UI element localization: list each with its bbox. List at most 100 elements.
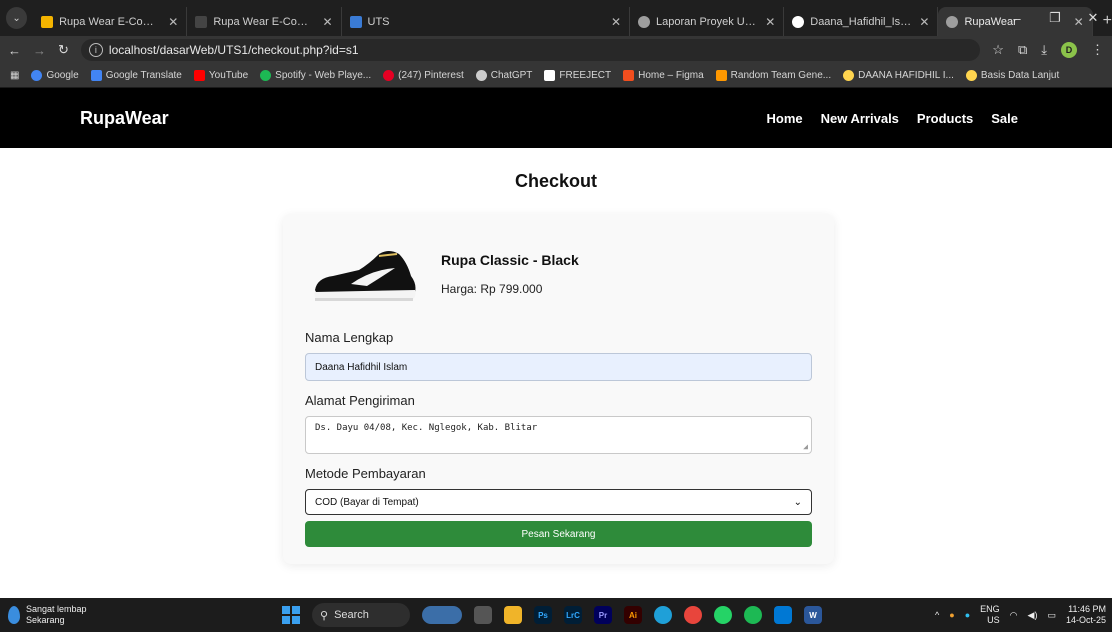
spotify-icon[interactable] [744, 606, 762, 624]
tray-app-icon[interactable]: ● [965, 610, 970, 620]
bookmark-item[interactable]: Google Translate [90, 70, 182, 81]
chevron-up-icon[interactable]: ^ [935, 610, 939, 620]
checkout-card: Rupa Classic - Black Harga: Rp 799.000 N… [283, 214, 834, 564]
menu-icon[interactable]: ⋮ [1091, 42, 1104, 58]
nav-sale[interactable]: Sale [991, 111, 1018, 126]
page-title: Checkout [514, 171, 597, 191]
bookmark-item[interactable]: Home – Figma [623, 70, 704, 81]
weather-widget[interactable]: Sangat lembap Sekarang [8, 604, 87, 626]
extensions-icon[interactable]: ⧉ [1018, 42, 1027, 58]
address-value: Ds. Dayu 04/08, Kec. Nglegok, Kab. Blita… [315, 423, 538, 433]
bookmark-item[interactable]: Spotify - Web Playe... [260, 70, 371, 81]
file-explorer-icon[interactable] [504, 606, 522, 624]
language-indicator[interactable]: ENG US [980, 604, 1000, 627]
github-icon [792, 15, 805, 28]
profile-avatar[interactable]: D [1061, 42, 1077, 58]
random-team-icon [715, 70, 727, 81]
address-label: Alamat Pengiriman [305, 393, 415, 408]
forward-icon[interactable]: → [33, 43, 46, 58]
product-summary: Rupa Classic - Black Harga: Rp 799.000 [305, 234, 812, 314]
lightroom-icon[interactable]: LrC [564, 606, 582, 624]
profile-bookmark-icon [843, 70, 855, 81]
full-name-value: Daana Hafidhil Islam [315, 361, 408, 373]
nav-links: Home New Arrivals Products Sale [767, 111, 1019, 126]
translate-icon [90, 70, 102, 81]
close-tab-icon[interactable]: ✕ [322, 15, 332, 29]
start-icon[interactable] [282, 606, 300, 624]
close-window-icon[interactable]: ✕ [1074, 10, 1112, 26]
edge-icon[interactable] [654, 606, 672, 624]
reload-icon[interactable]: ↻ [58, 42, 69, 58]
battery-icon[interactable]: ▭ [1047, 610, 1056, 621]
full-name-input[interactable]: Daana Hafidhil Islam [305, 353, 812, 381]
product-price: Harga: Rp 799.000 [441, 282, 543, 296]
clock[interactable]: 11:46 PM 14-Oct-25 [1066, 604, 1106, 627]
product-image [314, 251, 416, 301]
search-icon: ⚲ [320, 609, 329, 622]
bookmark-item[interactable]: FREEJECT [544, 70, 611, 81]
chatgpt-icon [475, 70, 487, 81]
nav-products[interactable]: Products [917, 111, 973, 126]
tray-app-icon[interactable]: ● [949, 610, 954, 620]
chrome-icon[interactable] [684, 606, 702, 624]
whatsapp-icon[interactable] [714, 606, 732, 624]
brand-logo[interactable]: RupaWear [80, 108, 169, 129]
apps-grid-icon[interactable]: ▦ [10, 70, 19, 81]
tab-favicon-icon [349, 15, 362, 28]
payment-method-select[interactable]: COD (Bayar di Tempat) ⌄ [305, 489, 812, 515]
bookmark-item[interactable]: (247) Pinterest [383, 70, 464, 81]
chevron-down-icon: ⌄ [793, 496, 802, 508]
minimize-icon[interactable]: – [998, 11, 1036, 26]
address-textarea[interactable]: Ds. Dayu 04/08, Kec. Nglegok, Kab. Blita… [305, 416, 812, 454]
taskbar-apps: ⚲ Search Ps LrC Pr Ai W [282, 603, 822, 627]
widgets-icon[interactable] [422, 606, 462, 624]
tab-favicon-icon [638, 15, 651, 28]
wifi-icon[interactable]: ◠ [1010, 610, 1018, 621]
taskbar-search[interactable]: ⚲ Search [312, 603, 410, 627]
site-info-icon[interactable]: i [88, 43, 103, 57]
browser-tab[interactable]: Rupa Wear E-Commerce✕ [187, 7, 342, 36]
browser-tab[interactable]: Daana_Hafidhil_Islam_DESI✕ [784, 7, 939, 36]
bookmark-item[interactable]: YouTube [193, 70, 248, 81]
back-icon[interactable]: ← [8, 43, 21, 58]
bookmark-item[interactable]: Basis Data Lanjut [965, 70, 1059, 81]
restore-icon[interactable]: ❐ [1036, 10, 1074, 26]
bookmark-item[interactable]: Google [31, 70, 79, 81]
close-tab-icon[interactable]: ✕ [919, 15, 929, 29]
close-tab-icon[interactable]: ✕ [168, 15, 178, 29]
globe-icon [946, 15, 959, 28]
youtube-icon [193, 70, 205, 81]
illustrator-icon[interactable]: Ai [624, 606, 642, 624]
close-tab-icon[interactable]: ✕ [611, 15, 621, 29]
browser-tab[interactable]: Rupa Wear E-Commerce -✕ [33, 7, 188, 36]
bookmark-item[interactable]: ChatGPT [475, 70, 532, 81]
vscode-icon[interactable] [774, 606, 792, 624]
payment-label: Metode Pembayaran [305, 466, 426, 481]
weather-subtitle: Sekarang [26, 615, 65, 625]
order-now-button[interactable]: Pesan Sekarang [305, 521, 812, 547]
system-tray: ^ ● ● ENG US ◠ ◀) ▭ 11:46 PM 14-Oct-25 [935, 604, 1106, 627]
weather-title: Sangat lembap [26, 604, 87, 615]
nav-home[interactable]: Home [767, 111, 803, 126]
pinterest-icon [383, 70, 395, 81]
volume-icon[interactable]: ◀) [1028, 610, 1038, 621]
address-bar[interactable]: i localhost/dasarWeb/UTS1/checkout.php?i… [80, 39, 981, 61]
bookmark-item[interactable]: DAANA HAFIDHIL I... [843, 70, 954, 81]
profile-bookmark-icon [965, 70, 977, 81]
task-view-icon[interactable] [474, 606, 492, 624]
resize-handle-icon[interactable]: ◢ [803, 442, 808, 451]
browser-tab[interactable]: Laporan Proyek UTS.docx✕ [630, 7, 785, 36]
download-icon[interactable]: ⤓ [1041, 42, 1047, 58]
browser-tab[interactable]: UTS ✕ [342, 7, 631, 36]
tab-search-icon[interactable]: ⌄ [6, 7, 28, 29]
word-icon[interactable]: W [804, 606, 822, 624]
bookmark-item[interactable]: Random Team Gene... [715, 70, 831, 81]
premiere-icon[interactable]: Pr [594, 606, 612, 624]
photoshop-icon[interactable]: Ps [534, 606, 552, 624]
humidity-icon [8, 606, 20, 624]
bookmark-star-icon[interactable]: ☆ [992, 42, 1004, 58]
address-toolbar: ← → ↻ i localhost/dasarWeb/UTS1/checkout… [0, 36, 1112, 64]
close-tab-icon[interactable]: ✕ [765, 15, 775, 29]
product-name: Rupa Classic - Black [441, 252, 579, 268]
nav-new-arrivals[interactable]: New Arrivals [821, 111, 899, 126]
